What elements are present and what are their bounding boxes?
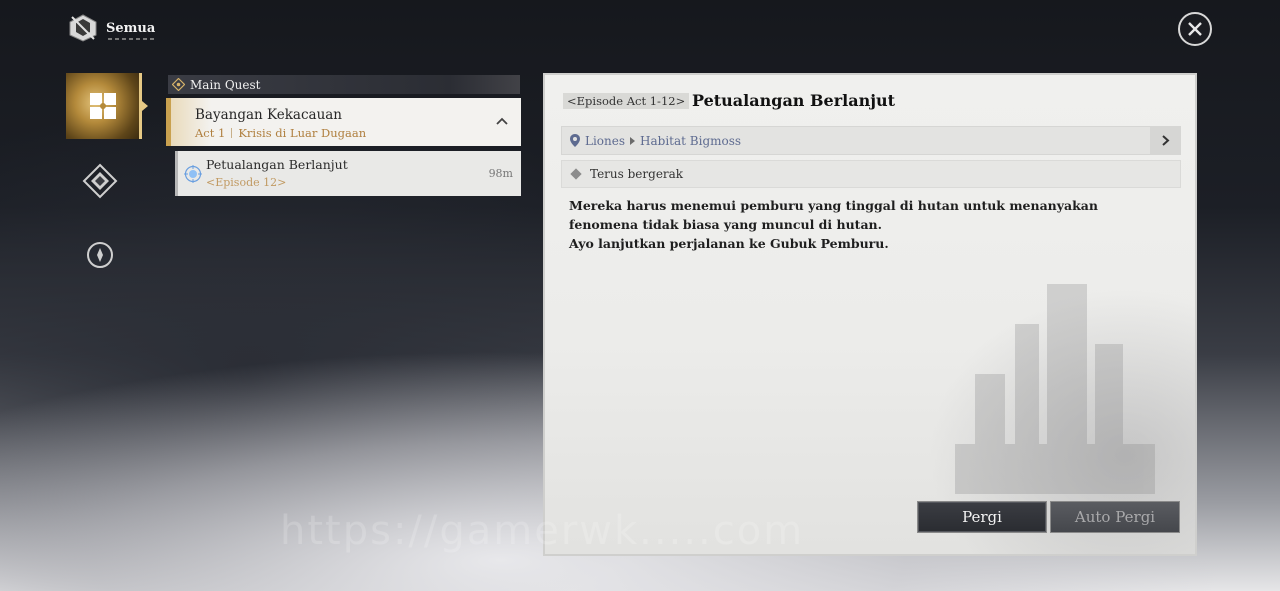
menu-logo-icon [69,14,97,42]
nav-item-other-quest[interactable] [80,235,120,275]
location-region: Liones [585,133,626,148]
active-indicator [142,101,148,111]
compass-circle-icon [87,242,113,268]
diamond-compass-icon [82,163,118,199]
quest-detail-panel: <Episode Act 1-12> Petualangan Berlanjut… [543,73,1197,556]
quest-item-distance: 98m [488,167,513,180]
nav-item-side-quest[interactable] [80,161,120,201]
divider [231,128,233,138]
quest-group-title: Bayangan Kekacauan [195,107,343,123]
quest-group-subtitle: Act 1 Krisis di Luar Dugaan [195,126,366,140]
castle-background-illustration [955,274,1155,494]
objective-text: Terus bergerak [590,167,684,181]
quest-target-icon [184,165,202,183]
chevron-up-icon[interactable] [495,116,509,126]
breadcrumb-arrow-icon [630,136,636,145]
quest-description: Mereka harus menemui pemburu yang tingga… [569,196,1169,253]
quest-grid-icon [89,93,116,119]
objective-bar: Terus bergerak [561,160,1181,188]
title-decoration [108,38,154,40]
quest-group-header[interactable]: Bayangan Kekacauan Act 1 Krisis di Luar … [166,98,521,146]
quest-title: Petualangan Berlanjut [692,91,896,110]
location-bar[interactable]: Liones Habitat Bigmoss [561,126,1181,155]
location-go-button[interactable] [1150,127,1180,154]
close-button[interactable] [1178,12,1212,46]
objective-diamond-icon [570,168,582,180]
description-line: Mereka harus menemui pemburu yang tingga… [569,198,1098,232]
go-button[interactable]: Pergi [917,501,1047,533]
location-area: Habitat Bigmoss [640,133,742,148]
page-header: Semua [66,13,155,43]
close-icon [1188,22,1202,36]
page-title: Semua [106,20,156,36]
quest-act-name: Krisis di Luar Dugaan [238,126,367,140]
chevron-right-icon [1161,135,1169,146]
main-quest-icon [172,78,185,91]
episode-badge: <Episode Act 1-12> [563,93,690,109]
watermark: https://gamerwk.....com [280,508,805,554]
quest-item-title: Petualangan Berlanjut [206,157,348,172]
section-label: Main Quest [190,77,261,92]
auto-go-button[interactable]: Auto Pergi [1050,501,1180,533]
location-pin-icon [570,134,580,147]
quest-act-label: Act 1 [195,126,226,140]
description-line: Ayo lanjutkan perjalanan ke Gubuk Pembur… [569,236,889,251]
quest-list-item[interactable]: Petualangan Berlanjut <Episode 12> 98m [175,151,521,196]
quest-item-episode: <Episode 12> [206,176,287,189]
section-header-main-quest: Main Quest [168,75,520,94]
nav-item-main-quest[interactable] [66,73,148,139]
